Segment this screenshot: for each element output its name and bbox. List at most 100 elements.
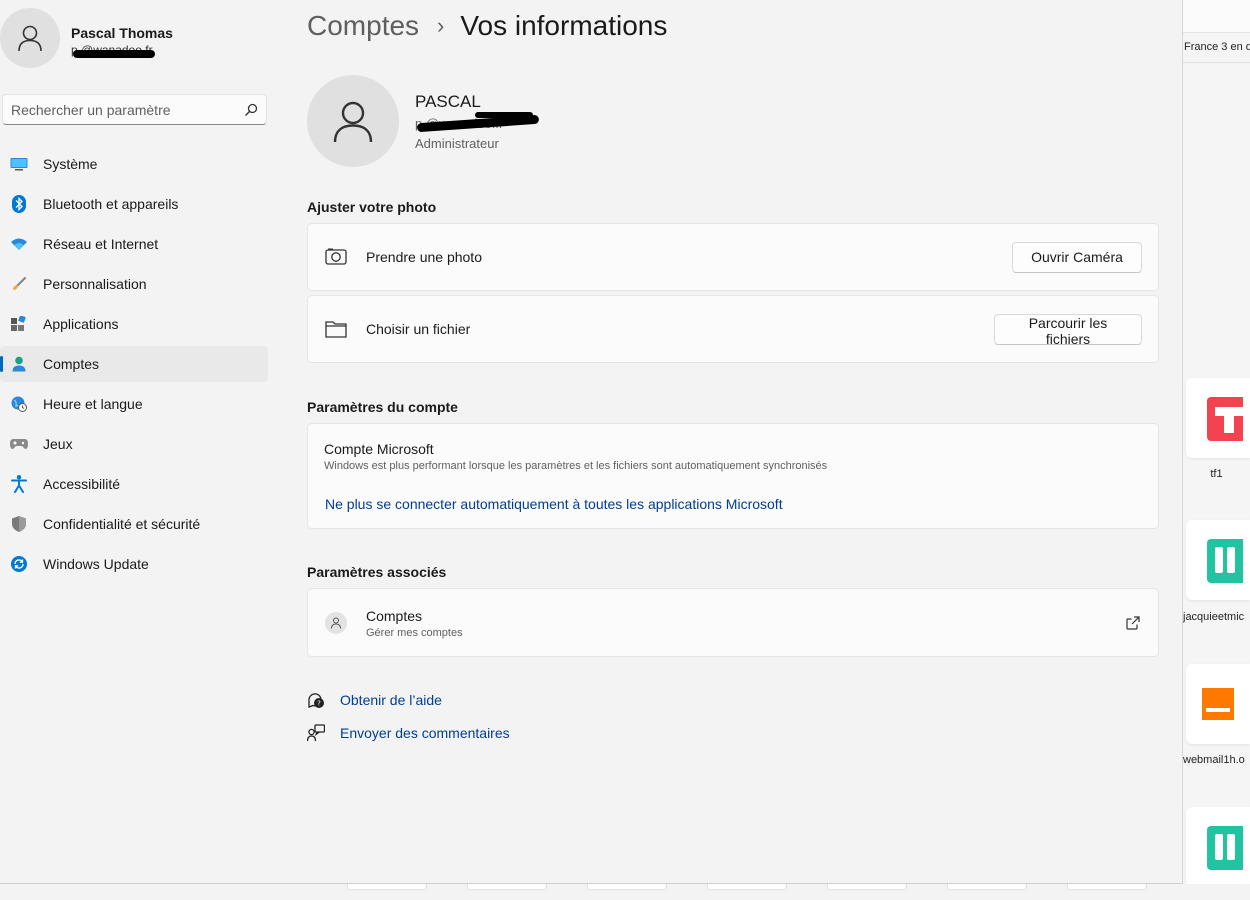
camera-icon [325,246,347,268]
profile-name: Pascal Thomas [71,25,173,41]
stop-auto-signin-link[interactable]: Ne plus se connecter automatiquement à t… [325,496,783,512]
sidebar-item-jeux[interactable]: Jeux [0,426,268,462]
person-icon [333,101,373,143]
user-name: PASCAL [415,92,481,111]
take-photo-row: Prendre une photo Ouvrir Caméra [307,223,1159,291]
get-help-label: Obtenir de l’aide [340,692,442,708]
bluetooth-icon [10,195,28,213]
background-tab-stub [707,884,787,890]
send-feedback-link[interactable]: Envoyer des commentaires [307,724,510,742]
user-info: PASCAL p @wanadoo.fr Administrateur [307,75,907,167]
shortcut-label: tf1 [1210,468,1223,480]
related-accounts-subtitle: Gérer mes comptes [366,627,463,639]
sidebar-item-personnalisation[interactable]: Personnalisation [0,266,268,302]
sidebar: Pascal Thomas p @wanadoo.fr Système [0,0,280,884]
background-tab-stub [347,884,427,890]
shortcut-tile-tf1[interactable] [1186,378,1250,458]
jacquie-logo-icon [1207,539,1243,583]
help-icon: ? [307,691,325,709]
sidebar-item-label: Système [43,156,98,172]
background-toolbar [1183,0,1250,33]
person-icon [18,25,42,52]
redaction-mark [73,50,155,58]
sidebar-nav: Système Bluetooth et appareils Réseau et… [0,146,268,586]
shortcut-tile-webmail[interactable] [1186,664,1250,744]
sidebar-item-label: Windows Update [43,556,149,572]
sidebar-item-label: Comptes [43,356,100,372]
shortcut-tile-jacquie-2[interactable] [1186,807,1250,887]
microsoft-account-description: Windows est plus performant lorsque les … [324,460,828,472]
open-camera-button[interactable]: Ouvrir Caméra [1012,241,1142,273]
section-title-related: Paramètres associés [307,564,447,580]
sidebar-item-confidentialite[interactable]: Confidentialité et sécurité [0,506,268,542]
user-role: Administrateur [415,136,499,151]
sidebar-item-reseau[interactable]: Réseau et Internet [0,226,268,262]
related-accounts-row[interactable]: Comptes Gérer mes comptes [307,588,1159,657]
background-window: France 3 en d tf1 jacquieetmic webmail1h… [1183,0,1250,900]
folder-icon [325,318,347,340]
shortcut-label: jacquieetmic [1183,611,1245,623]
breadcrumb-parent[interactable]: Comptes [307,10,419,42]
breadcrumb: Comptes › Vos informations [307,10,667,42]
orange-logo-icon [1202,688,1234,720]
sidebar-item-bluetooth[interactable]: Bluetooth et appareils [0,186,268,222]
section-title-photo: Ajuster votre photo [307,199,437,215]
background-tab-stub [467,884,547,890]
sidebar-item-label: Réseau et Internet [43,236,159,252]
page-title: Vos informations [460,10,668,41]
microsoft-account-card: Compte Microsoft Windows est plus perfor… [307,423,1159,529]
apps-icon [10,315,28,333]
sidebar-item-label: Accessibilité [43,476,121,492]
browse-files-button[interactable]: Parcourir les fichiers [994,313,1142,347]
sidebar-item-label: Heure et langue [43,396,143,412]
sidebar-item-heure[interactable]: Heure et langue [0,386,268,422]
jacquie-logo-icon [1207,826,1243,870]
choose-file-row: Choisir un fichier Parcourir les fichier… [307,295,1159,363]
shortcut-tile-jacquie[interactable] [1186,520,1250,600]
settings-window: Pascal Thomas p @wanadoo.fr Système [0,0,1183,884]
profile-header[interactable]: Pascal Thomas p @wanadoo.fr [0,8,280,70]
tf1-logo-icon [1207,397,1243,441]
section-title-account: Paramètres du compte [307,399,458,415]
globe-clock-icon [10,395,28,413]
background-tab[interactable]: France 3 en d [1184,41,1250,53]
background-tab-stub [1067,884,1147,890]
search-icon[interactable] [244,103,258,117]
take-photo-label: Prendre une photo [366,249,482,265]
chevron-right-icon: › [437,13,445,38]
sidebar-item-label: Bluetooth et appareils [43,196,179,212]
sidebar-item-comptes[interactable]: Comptes [0,346,268,382]
monitor-icon [10,155,28,173]
redaction-mark [475,112,533,118]
person-icon [10,355,28,373]
gamepad-icon [10,435,28,453]
search-box[interactable] [2,94,267,125]
background-tab-stub [587,884,667,890]
feedback-icon [307,724,325,742]
external-link-icon[interactable] [1125,615,1141,631]
microsoft-account-title: Compte Microsoft [324,441,434,457]
divider [1183,62,1250,63]
sidebar-item-windows-update[interactable]: Windows Update [0,546,268,582]
sidebar-item-label: Confidentialité et sécurité [43,516,201,532]
sidebar-item-label: Jeux [43,436,73,452]
related-accounts-title: Comptes [366,608,423,624]
update-icon [10,555,28,573]
brush-icon [10,275,28,293]
sidebar-item-label: Personnalisation [43,276,147,292]
svg-text:?: ? [317,700,321,708]
sidebar-item-applications[interactable]: Applications [0,306,268,342]
sidebar-item-systeme[interactable]: Système [0,146,268,182]
search-input[interactable] [11,101,244,118]
choose-file-label: Choisir un fichier [366,321,471,337]
get-help-link[interactable]: ? Obtenir de l’aide [307,691,442,709]
shortcut-label: webmail1h.o [1183,754,1245,766]
background-tab-stub [947,884,1027,890]
sidebar-item-accessibilite[interactable]: Accessibilité [0,466,268,502]
accessibility-icon [10,475,28,493]
send-feedback-label: Envoyer des commentaires [340,725,510,741]
avatar[interactable] [0,8,60,68]
sidebar-item-label: Applications [43,316,119,332]
shield-icon [10,515,28,533]
person-icon [325,612,347,634]
